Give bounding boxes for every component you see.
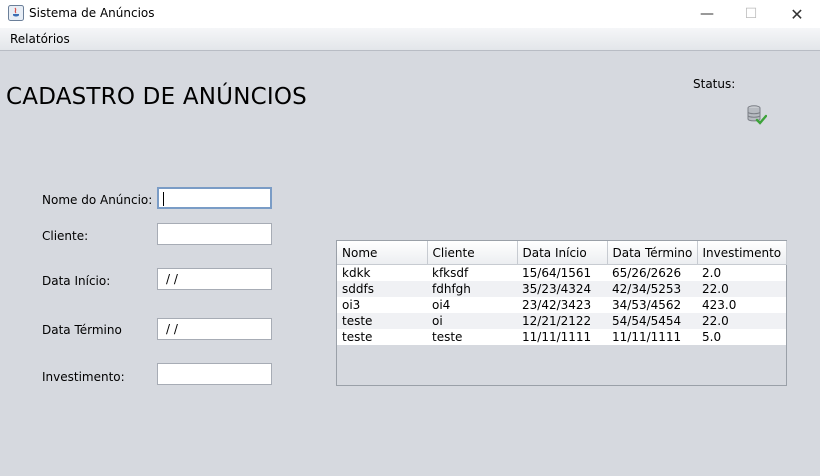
table-cell: 42/34/5253 (607, 281, 697, 297)
column-header-data-termino[interactable]: Data Término (607, 241, 698, 265)
cliente-label: Cliente: (42, 229, 89, 243)
table-row[interactable]: teste teste 11/11/1111 11/11/1111 5.0 (337, 329, 786, 345)
investimento-label: Investimento: (42, 370, 125, 384)
table-cell: teste (427, 329, 517, 345)
menu-relatorios[interactable]: Relatórios (10, 32, 70, 46)
nome-label: Nome do Anúncio: (42, 193, 153, 207)
nome-input[interactable] (157, 187, 272, 209)
table-cell: 23/42/3423 (517, 297, 607, 313)
column-header-investimento[interactable]: Investimento (697, 241, 787, 265)
data-termino-input[interactable]: / / (157, 318, 272, 340)
table-row[interactable]: oi3 oi4 23/42/3423 34/53/4562 423.0 (337, 297, 786, 313)
java-app-icon (8, 5, 24, 21)
table-cell: 35/23/4324 (517, 281, 607, 297)
investimento-input[interactable] (157, 363, 272, 385)
maximize-button[interactable]: ☐ (728, 0, 774, 28)
table-cell: teste (337, 329, 427, 345)
table-cell: 34/53/4562 (607, 297, 697, 313)
database-check-icon (747, 105, 767, 125)
menu-bar: Relatórios (0, 28, 820, 51)
table-cell: teste (337, 313, 427, 329)
data-inicio-input[interactable]: / / (157, 268, 272, 290)
table-cell: kdkk (337, 264, 427, 281)
table-cell: 65/26/2626 (607, 264, 697, 281)
table-cell: 22.0 (697, 281, 786, 297)
table-cell: 2.0 (697, 264, 786, 281)
table-cell: oi3 (337, 297, 427, 313)
table-cell: 11/11/1111 (517, 329, 607, 345)
minimize-button[interactable]: — (684, 0, 730, 28)
column-header-data-inicio[interactable]: Data Início (517, 241, 608, 265)
table-row[interactable]: kdkk kfksdf 15/64/1561 65/26/2626 2.0 (337, 264, 786, 281)
table-cell: kfksdf (427, 264, 517, 281)
table-cell: 5.0 (697, 329, 786, 345)
table-row[interactable]: teste oi 12/21/2122 54/54/5454 22.0 (337, 313, 786, 329)
table-cell: oi4 (427, 297, 517, 313)
table-row[interactable]: sddfs fdhfgh 35/23/4324 42/34/5253 22.0 (337, 281, 786, 297)
column-header-nome[interactable]: Nome (337, 241, 428, 265)
anuncios-table[interactable]: Nome Cliente Data Início Data Término In… (336, 240, 787, 386)
table-cell: 22.0 (697, 313, 786, 329)
table-cell: 423.0 (697, 297, 786, 313)
status-label: Status: (693, 77, 736, 91)
table-cell: sddfs (337, 281, 427, 297)
window-title: Sistema de Anúncios (29, 6, 155, 20)
table-header-row: Nome Cliente Data Início Data Término In… (337, 241, 787, 265)
table-cell: 11/11/1111 (607, 329, 697, 345)
data-termino-label: Data Término (42, 323, 122, 337)
table-cell: 54/54/5454 (607, 313, 697, 329)
cliente-input[interactable] (157, 223, 272, 245)
table-cell: oi (427, 313, 517, 329)
column-header-cliente[interactable]: Cliente (427, 241, 518, 265)
table-cell: 12/21/2122 (517, 313, 607, 329)
table-cell: fdhfgh (427, 281, 517, 297)
data-inicio-label: Data Início: (42, 274, 111, 288)
close-button[interactable]: ✕ (774, 0, 820, 28)
page-title: CADASTRO DE ANÚNCIOS (6, 84, 307, 110)
window-titlebar: Sistema de Anúncios — ☐ ✕ (0, 0, 820, 28)
table-cell: 15/64/1561 (517, 264, 607, 281)
text-caret (163, 192, 164, 206)
